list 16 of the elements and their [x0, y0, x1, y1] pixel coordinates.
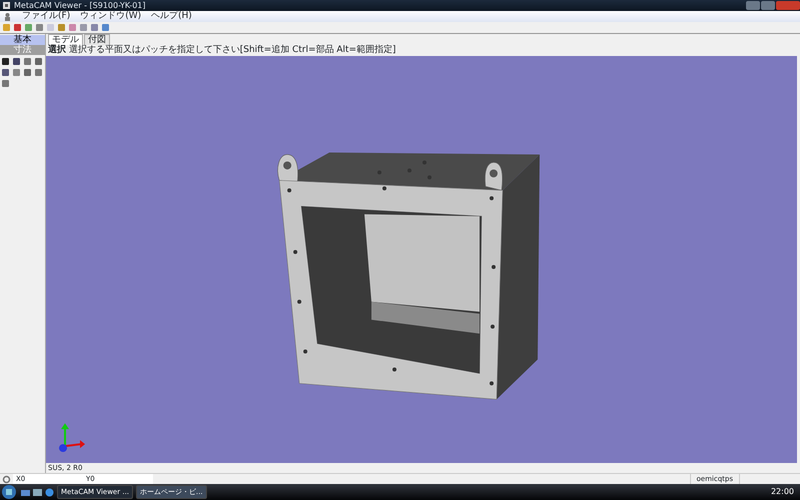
side-tab[interactable]: 基本: [0, 35, 45, 45]
menu-item[interactable]: ヘルプ(H): [151, 11, 192, 22]
axis-triad-icon: [59, 423, 86, 452]
view-tab[interactable]: 付図: [84, 34, 110, 45]
window-title: MetaCAM Viewer - [S9100-YK-01]: [14, 0, 146, 11]
clock-text: 22:00: [770, 486, 795, 498]
menu-item[interactable]: ファイル(F): [22, 11, 70, 22]
maximize-button[interactable]: [761, 1, 775, 10]
3d-viewport[interactable]: [46, 56, 797, 463]
minimize-button[interactable]: [746, 1, 760, 10]
person-icon: [3, 12, 12, 21]
menu-item[interactable]: ウィンドウ(W): [80, 11, 142, 22]
hint-text: 選択 選択する平面又はパッチを指定して下さい[Shift=追加 Ctrl=部品 Alt=範囲指定]: [47, 45, 397, 56]
app-icon: [2, 1, 11, 10]
start-button[interactable]: [0, 484, 18, 500]
view-tab[interactable]: モデル: [48, 34, 83, 45]
